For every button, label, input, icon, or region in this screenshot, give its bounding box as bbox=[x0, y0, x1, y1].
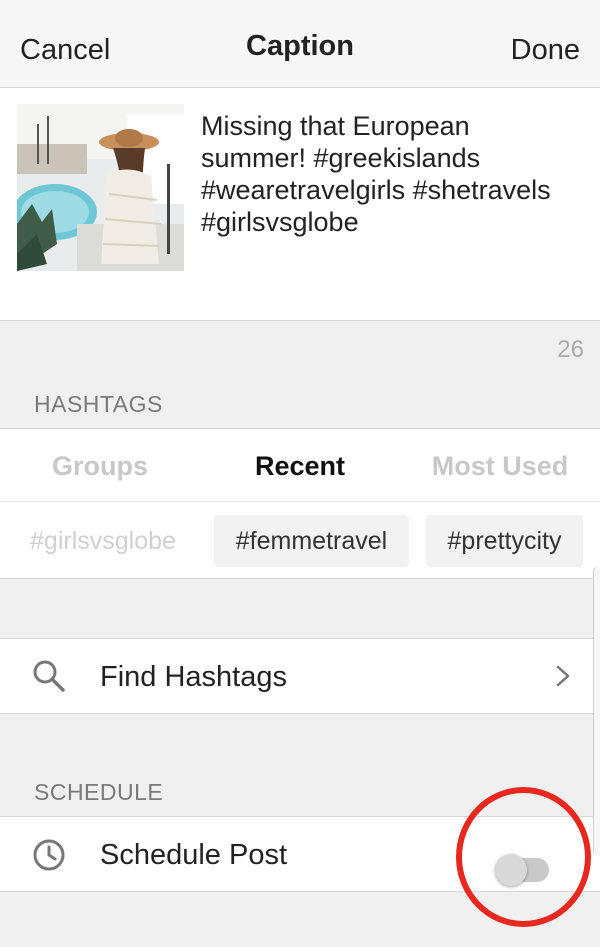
schedule-post-label: Schedule Post bbox=[100, 839, 288, 871]
tab-most-used[interactable]: Most Used bbox=[400, 451, 600, 482]
hashtag-chip[interactable]: #femmetravel bbox=[214, 515, 409, 567]
chevron-right-icon bbox=[556, 665, 570, 692]
caption-line: Missing that European bbox=[201, 111, 470, 141]
scrollbar[interactable] bbox=[593, 566, 600, 856]
nav-header: Cancel Caption Done bbox=[0, 0, 600, 88]
caption-line: #girlsvsglobe bbox=[201, 207, 359, 237]
clock-icon bbox=[32, 838, 66, 877]
caption-editor[interactable]: Missing that European summer! #greekisla… bbox=[0, 88, 600, 321]
highlight-circle bbox=[456, 787, 591, 927]
done-button[interactable]: Done bbox=[511, 34, 580, 67]
hashtags-section-label: HASHTAGS bbox=[34, 391, 163, 417]
hashtag-chips: #girlsvsglobe #femmetravel #prettycity bbox=[0, 502, 600, 579]
character-count: 26 bbox=[557, 336, 584, 363]
find-hashtags-row[interactable]: Find Hashtags bbox=[0, 638, 600, 714]
caption-line: #wearetravelgirls #shetravels bbox=[201, 175, 551, 205]
hashtag-tabs: Groups Recent Most Used bbox=[0, 428, 600, 502]
schedule-section-label: SCHEDULE bbox=[34, 779, 164, 805]
post-thumbnail bbox=[17, 104, 184, 271]
search-icon bbox=[32, 659, 66, 698]
caption-text[interactable]: Missing that European summer! #greekisla… bbox=[201, 110, 586, 238]
caption-line: summer! #greekislands bbox=[201, 143, 481, 173]
hashtag-chip[interactable]: #prettycity bbox=[426, 515, 583, 567]
find-hashtags-label: Find Hashtags bbox=[100, 661, 287, 693]
tab-recent[interactable]: Recent bbox=[200, 451, 400, 482]
tab-groups[interactable]: Groups bbox=[0, 451, 200, 482]
hashtag-chip[interactable]: #girlsvsglobe bbox=[18, 515, 188, 567]
